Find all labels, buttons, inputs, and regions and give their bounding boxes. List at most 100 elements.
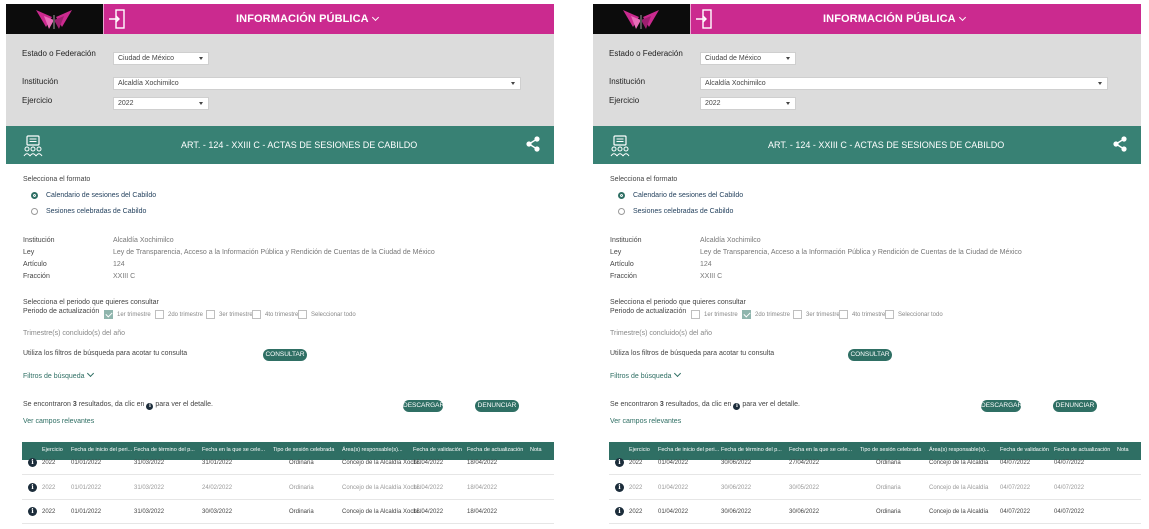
- detail-fraccion-label: Fracción: [610, 273, 637, 280]
- radio-calendario[interactable]: [31, 192, 38, 199]
- formato-label: Selecciona el formato: [610, 176, 678, 183]
- consultar-hint: Utiliza los filtros de búsqueda para aco…: [610, 350, 775, 357]
- institucion-label: Institución: [22, 77, 59, 86]
- table-cell: 30/06/2022: [721, 485, 752, 491]
- chevron-down-icon: [958, 13, 966, 22]
- denunciar-button[interactable]: DENUNCIAR: [1053, 400, 1097, 412]
- table-cell: Concejo de la Alcaldía Xochi...: [342, 460, 424, 466]
- butterfly-logo-icon: [623, 10, 659, 29]
- info-icon[interactable]: i: [615, 507, 624, 516]
- login-button[interactable]: [103, 4, 129, 34]
- table-row[interactable]: i 2022 01/01/2022 31/03/2022 30/03/2022 Ordin…: [22, 502, 554, 524]
- detail-fraccion-label: Fracción: [23, 273, 50, 280]
- table-cell: 04/07/2022: [1054, 509, 1085, 515]
- denunciar-button[interactable]: DENUNCIAR: [475, 400, 519, 412]
- descargar-button[interactable]: DESCARGAR: [981, 400, 1022, 412]
- butterfly-logo-icon: [36, 10, 72, 29]
- detail-articulo-label: Artículo: [610, 261, 634, 268]
- checkbox-3er-trimestre[interactable]: [793, 310, 802, 319]
- checkbox-2do-trimestre[interactable]: [155, 310, 164, 319]
- results-text-after: para ver el detalle.: [155, 401, 213, 408]
- estado-value: Ciudad de México: [705, 55, 762, 62]
- table-cell: 18/04/2022: [467, 460, 498, 466]
- share-icon[interactable]: [526, 136, 540, 152]
- checkbox-3er-trimestre[interactable]: [206, 310, 215, 319]
- institucion-select[interactable]: Alcaldía Xochimilco: [700, 77, 1108, 90]
- detail-articulo-value: 124: [700, 261, 712, 268]
- filtros-link[interactable]: Filtros de búsqueda: [23, 369, 95, 380]
- table-row[interactable]: i 2022 01/04/2022 30/06/2022 27/04/2022 Ordin…: [609, 453, 1141, 475]
- table-cell: 18/04/2022: [413, 509, 444, 515]
- checkbox-1er-trimestre[interactable]: [691, 310, 700, 319]
- table-cell: 18/04/2022: [467, 509, 498, 515]
- info-icon[interactable]: i: [615, 458, 624, 467]
- share-icon[interactable]: [1113, 136, 1127, 152]
- option-calendario[interactable]: Calendario de sesiones del Cabildo: [46, 192, 156, 199]
- table-cell: 01/01/2022: [71, 509, 102, 515]
- option-sesiones[interactable]: Sesiones celebradas de Cabildo: [633, 208, 733, 215]
- checkbox-2do-trimestre[interactable]: [742, 310, 751, 319]
- radio-sesiones[interactable]: [31, 208, 38, 215]
- top-title-text: INFORMACIÓN PÚBLICA: [236, 13, 369, 25]
- table-row[interactable]: i 2022 01/01/2022 31/03/2022 24/02/2022 Ordin…: [22, 478, 554, 500]
- menu-informacion-publica[interactable]: INFORMACIÓN PÚBLICA: [823, 13, 966, 25]
- section-title: ART. - 124 - XXIII C - ACTAS DE SESIONES…: [768, 140, 1005, 150]
- periodo-prompt: Selecciona el periodo que quieres consul…: [23, 299, 159, 306]
- checkbox-1er-trimestre[interactable]: [104, 310, 113, 319]
- table-cell: 30/06/2022: [721, 460, 752, 466]
- info-icon[interactable]: i: [28, 507, 37, 516]
- radio-calendario[interactable]: [618, 192, 625, 199]
- radio-sesiones[interactable]: [618, 208, 625, 215]
- menu-informacion-publica[interactable]: INFORMACIÓN PÚBLICA: [236, 13, 379, 25]
- logo[interactable]: [593, 4, 691, 34]
- checkbox-4to-trimestre[interactable]: [252, 310, 261, 319]
- formato-label: Selecciona el formato: [23, 176, 91, 183]
- results-count: 3: [659, 401, 664, 408]
- table-cell: 18/04/2022: [413, 485, 444, 491]
- info-icon[interactable]: i: [615, 483, 624, 492]
- institucion-select[interactable]: Alcaldía Xochimilco: [113, 77, 521, 90]
- ver-campos-link[interactable]: Ver campos relevantes: [610, 418, 681, 425]
- ejercicio-select[interactable]: 2022: [113, 97, 209, 110]
- consultar-button[interactable]: CONSULTAR: [263, 349, 307, 361]
- table-cell: 18/04/2022: [413, 460, 444, 466]
- filters-area: Estado o Federación Ciudad de México Ins…: [6, 34, 554, 126]
- detail-ley-label: Ley: [23, 249, 35, 256]
- checkbox-4to-trimestre[interactable]: [839, 310, 848, 319]
- filtros-link-text: Filtros de búsqueda: [610, 373, 672, 380]
- results-summary: Se encontraron 3 resultados, da clic en …: [610, 401, 800, 410]
- checkbox-seleccionar-todo[interactable]: [885, 310, 894, 319]
- ejercicio-select[interactable]: 2022: [700, 97, 796, 110]
- portal-panel: INFORMACIÓN PÚBLICA Estado o Federación …: [593, 4, 1141, 529]
- info-icon[interactable]: i: [28, 483, 37, 492]
- table-cell: Ordinaria: [289, 485, 314, 491]
- table-row[interactable]: i 2022 01/01/2022 31/03/2022 31/01/2022 Ordin…: [22, 453, 554, 475]
- consultar-button[interactable]: CONSULTAR: [848, 349, 892, 361]
- table-cell: 2022: [42, 460, 56, 466]
- option-calendario[interactable]: Calendario de sesiones del Cabildo: [633, 192, 743, 199]
- periodo-prompt: Selecciona el periodo que quieres consul…: [610, 299, 746, 306]
- filtros-link-text: Filtros de búsqueda: [23, 373, 85, 380]
- table-cell: 2022: [629, 460, 643, 466]
- filtros-link[interactable]: Filtros de búsqueda: [610, 369, 682, 380]
- option-sesiones[interactable]: Sesiones celebradas de Cabildo: [46, 208, 146, 215]
- estado-select[interactable]: Ciudad de México: [113, 52, 209, 65]
- table-cell: 18/04/2022: [467, 485, 498, 491]
- label-1er-trimestre: 1er trimestre: [117, 312, 151, 318]
- table-cell: Ordinaria: [289, 509, 314, 515]
- table-row[interactable]: i 2022 01/04/2022 30/06/2022 30/06/2022 Ordin…: [609, 502, 1141, 524]
- login-button[interactable]: [690, 4, 716, 34]
- checkbox-seleccionar-todo[interactable]: [298, 310, 307, 319]
- info-icon[interactable]: i: [28, 458, 37, 467]
- chevron-down-icon: [786, 102, 790, 105]
- logo[interactable]: [6, 4, 104, 34]
- chevron-down-icon: [786, 57, 790, 60]
- descargar-button[interactable]: DESCARGAR: [403, 400, 444, 412]
- estado-select[interactable]: Ciudad de México: [700, 52, 796, 65]
- table-cell: 30/06/2022: [789, 509, 820, 515]
- top-bar: INFORMACIÓN PÚBLICA: [593, 4, 1141, 34]
- table-row[interactable]: i 2022 01/04/2022 30/06/2022 30/05/2022 Ordin…: [609, 478, 1141, 500]
- chevron-down-icon: [1098, 82, 1102, 85]
- ver-campos-link[interactable]: Ver campos relevantes: [23, 418, 94, 425]
- estado-label: Estado o Federación: [609, 49, 683, 58]
